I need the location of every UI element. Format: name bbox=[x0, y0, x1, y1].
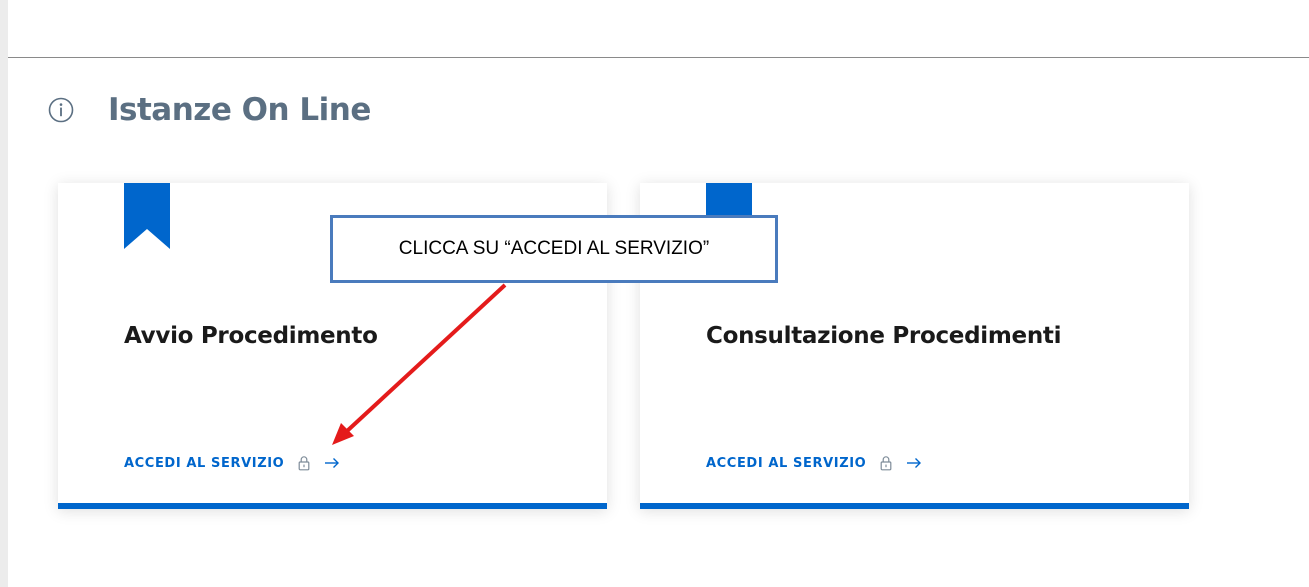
left-border bbox=[0, 0, 8, 587]
header-divider bbox=[8, 57, 1309, 58]
arrow-right-icon bbox=[325, 458, 340, 468]
info-icon bbox=[48, 97, 74, 123]
link-label: ACCEDI AL SERVIZIO bbox=[706, 455, 867, 471]
link-label: ACCEDI AL SERVIZIO bbox=[124, 455, 285, 471]
section-header: Istanze On Line bbox=[48, 84, 371, 136]
annotation-text: CLICCA SU “ACCEDI AL SERVIZIO” bbox=[398, 238, 710, 259]
annotation-callout: CLICCA SU “ACCEDI AL SERVIZIO” bbox=[330, 215, 778, 283]
lock-icon bbox=[298, 456, 310, 471]
accedi-al-servizio-link[interactable]: ACCEDI AL SERVIZIO bbox=[706, 455, 922, 471]
accedi-al-servizio-link[interactable]: ACCEDI AL SERVIZIO bbox=[124, 455, 340, 471]
section-title: Istanze On Line bbox=[108, 92, 371, 128]
lock-icon bbox=[880, 456, 892, 471]
arrow-right-icon bbox=[907, 458, 922, 468]
bookmark-icon bbox=[124, 183, 170, 249]
card-title: Consultazione Procedimenti bbox=[706, 323, 1062, 349]
card-title: Avvio Procedimento bbox=[124, 323, 378, 349]
